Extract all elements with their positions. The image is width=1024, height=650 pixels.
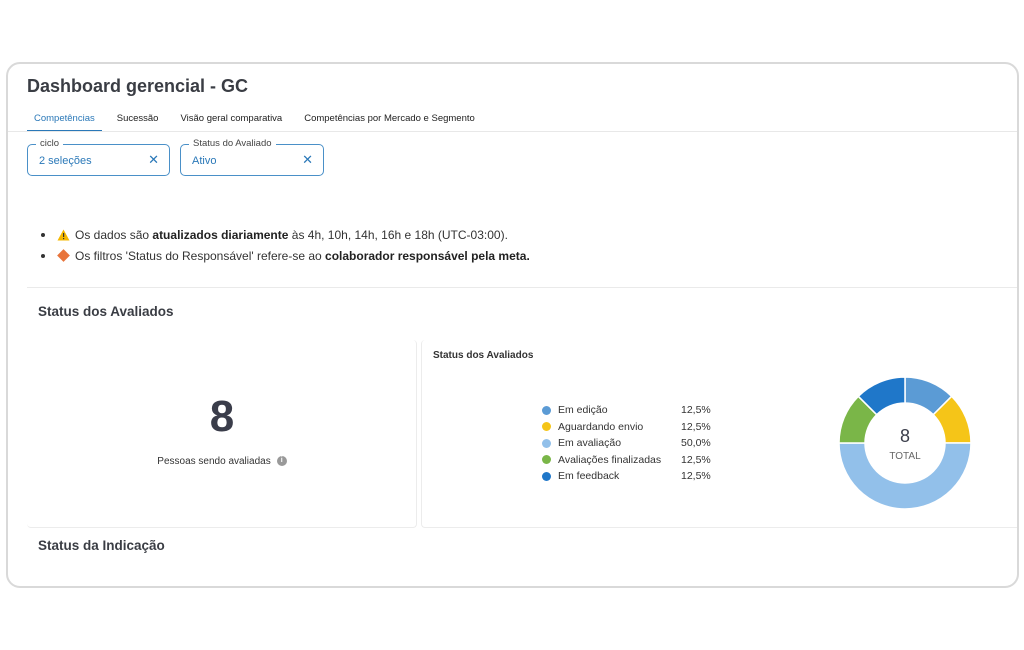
notice-text-1: Os dados são atualizados diariamente às … — [75, 227, 508, 242]
legend-percent: 50,0% — [681, 437, 711, 450]
dashboard-frame: Dashboard gerencial - GC Competências Su… — [6, 62, 1019, 588]
legend-swatch — [542, 422, 551, 432]
filter-status-value: Ativo — [192, 155, 217, 167]
chart-title: Status dos Avaliados — [433, 350, 534, 361]
donut-chart: 8 TOTAL — [838, 376, 972, 510]
donut-total-value: 8 — [900, 426, 910, 446]
filter-status-avaliado[interactable]: Status do Avaliado Ativo ✕ — [180, 138, 324, 176]
tab-sucessao[interactable]: Sucessão — [110, 110, 166, 132]
donut-total-label: TOTAL — [889, 451, 921, 462]
tab-bar: Competências Sucessão Visão geral compar… — [27, 110, 490, 132]
legend-percent: 12,5% — [681, 453, 711, 466]
legend-label: Em feedback — [558, 470, 620, 483]
legend-label: Avaliações finalizadas — [558, 453, 662, 466]
legend-label: Aguardando envio — [558, 420, 644, 433]
diamond-icon — [57, 249, 70, 262]
legend-item[interactable]: Avaliações finalizadas 12,5% — [542, 452, 721, 469]
close-icon[interactable]: ✕ — [302, 152, 313, 168]
legend-label: Em edição — [558, 404, 608, 417]
legend-percent: 12,5% — [681, 404, 711, 417]
warning-icon — [57, 229, 70, 240]
notice-box: Os dados são atualizados diariamente às … — [27, 194, 1017, 288]
legend-percent: 12,5% — [681, 420, 711, 433]
legend-item[interactable]: Em avaliação 50,0% — [542, 435, 721, 452]
notice-item: Os filtros 'Status do Responsável' refer… — [41, 245, 530, 266]
filter-ciclo-label: ciclo — [36, 138, 64, 149]
legend-item[interactable]: Aguardando envio 12,5% — [542, 419, 721, 436]
tabs-divider — [8, 131, 1017, 132]
tab-competencias-mercado-segmento[interactable]: Competências por Mercado e Segmento — [297, 110, 482, 132]
section-title-status-indicacao: Status da Indicação — [38, 538, 165, 553]
kpi-label: Pessoas sendo avaliadas — [157, 456, 271, 467]
legend-label: Em avaliação — [558, 437, 622, 450]
kpi-value: 8 — [209, 392, 235, 441]
page-title: Dashboard gerencial - GC — [27, 76, 249, 96]
notice-text-2: Os filtros 'Status do Responsável' refer… — [75, 248, 530, 263]
filter-status-label: Status do Avaliado — [189, 138, 276, 149]
section-title-status-avaliados: Status dos Avaliados — [38, 304, 174, 319]
notice-item: Os dados são atualizados diariamente às … — [41, 224, 530, 245]
donut-chart-card: Status dos Avaliados Em edição 12,5% Aguar… — [421, 340, 1017, 528]
info-icon[interactable]: i — [276, 456, 287, 467]
bullet — [41, 232, 45, 237]
chart-legend: Em edição 12,5% Aguardando envio 12,5% Em av… — [542, 402, 721, 485]
legend-swatch — [542, 438, 551, 448]
legend-swatch — [542, 405, 551, 415]
kpi-label-row: Pessoas sendo avaliadas i — [27, 456, 417, 467]
close-icon[interactable]: ✕ — [148, 152, 159, 168]
legend-item[interactable]: Em edição 12,5% — [542, 402, 721, 419]
filter-ciclo[interactable]: ciclo 2 seleções ✕ — [27, 138, 170, 176]
tab-visao-geral-comparativa[interactable]: Visão geral comparativa — [173, 110, 289, 132]
filter-ciclo-value: 2 seleções — [39, 155, 92, 167]
tab-competencias[interactable]: Competências — [27, 110, 102, 132]
bullet — [41, 253, 45, 258]
legend-percent: 12,5% — [681, 470, 711, 483]
kpi-card: 8 Pessoas sendo avaliadas i — [27, 340, 417, 528]
legend-swatch — [542, 471, 551, 481]
legend-swatch — [542, 455, 551, 465]
legend-item[interactable]: Em feedback 12,5% — [542, 468, 721, 485]
